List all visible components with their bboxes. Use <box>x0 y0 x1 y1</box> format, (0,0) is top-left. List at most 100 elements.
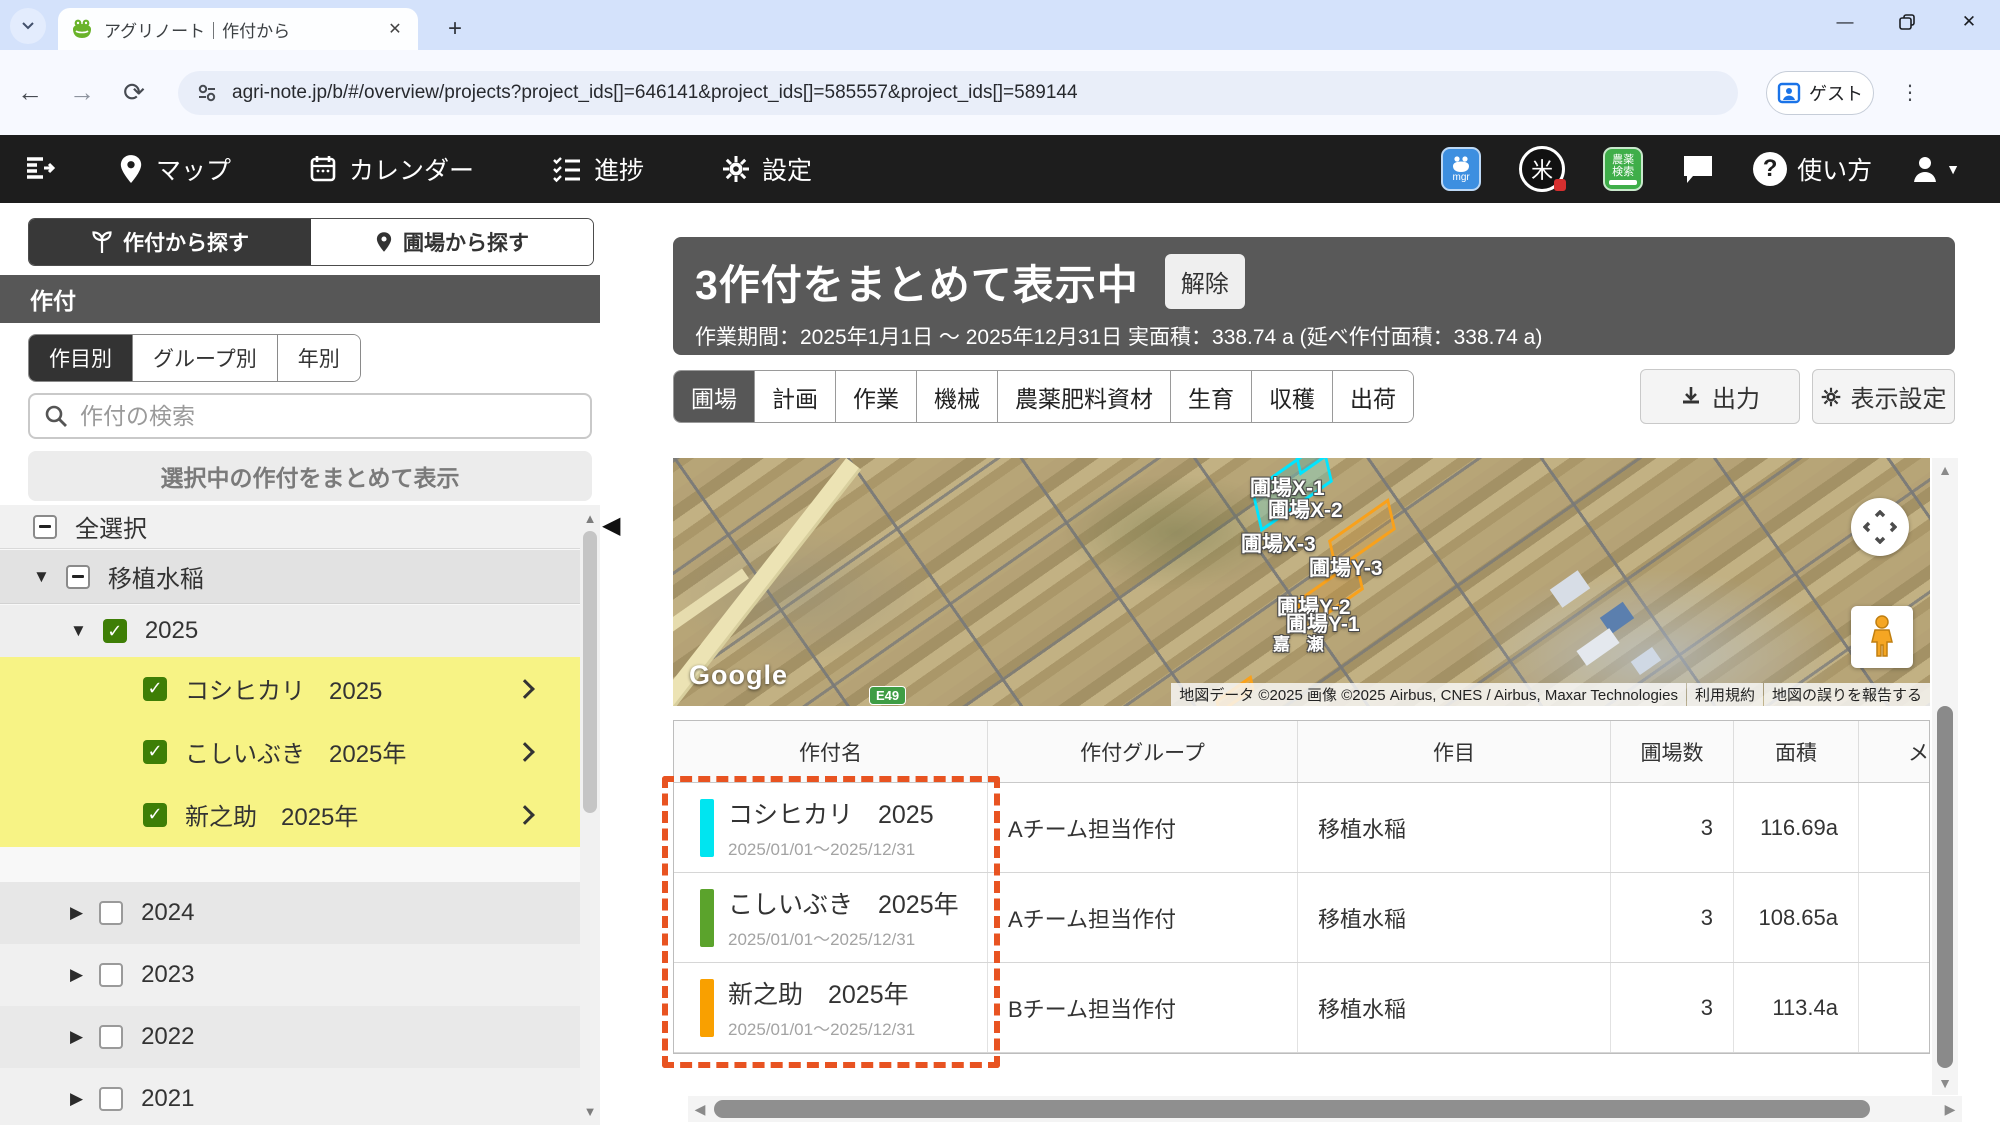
sidebar-collapse-arrow[interactable]: ◀ <box>602 511 620 540</box>
table-row[interactable]: こしいぶき 2025年 2025/01/01～2025/12/31 Aチーム担当… <box>674 873 1929 963</box>
crop-checkbox[interactable]: ✓ <box>143 803 167 827</box>
crop-checkbox[interactable]: ✓ <box>143 740 167 764</box>
collapsed-arrow-icon[interactable]: ▶ <box>70 903 83 923</box>
filter-tab-by-group[interactable]: グループ別 <box>133 335 278 381</box>
scroll-up-icon[interactable]: ▲ <box>1933 462 1957 478</box>
tab-search-by-field[interactable]: 圃場から探す <box>311 219 593 265</box>
tab-harvest[interactable]: 収穫 <box>1252 371 1333 422</box>
year-checkbox[interactable] <box>99 1025 123 1049</box>
nav-settings[interactable]: 設定 <box>722 151 812 187</box>
export-button[interactable]: 出力 <box>1640 369 1800 424</box>
tab-machine[interactable]: 機械 <box>917 371 998 422</box>
reload-button[interactable]: ⟳ <box>112 71 156 115</box>
chevron-right-icon[interactable] <box>515 742 535 762</box>
table-row[interactable]: コシヒカリ 2025 2025/01/01～2025/12/31 Aチーム担当作… <box>674 783 1929 873</box>
tree-row-crop-koshiibuki[interactable]: ✓ こしいぶき 2025年 <box>0 720 580 783</box>
pesticide-search-app-icon[interactable]: 農薬検索 <box>1603 147 1643 191</box>
account-menu[interactable]: ▼ <box>1910 154 1960 184</box>
map-terms-link[interactable]: 利用規約 <box>1687 683 1763 706</box>
expanded-arrow-icon[interactable]: ▼ <box>70 621 87 641</box>
agrinote-mgr-app-icon[interactable]: mgr <box>1441 147 1481 191</box>
year-checkbox[interactable] <box>99 963 123 987</box>
select-all-checkbox[interactable] <box>33 515 57 539</box>
crop-type-checkbox[interactable] <box>66 565 90 589</box>
expanded-arrow-icon[interactable]: ▼ <box>33 567 50 587</box>
scroll-right-icon[interactable]: ▶ <box>1938 1101 1962 1118</box>
browser-menu-button[interactable]: ⋮ <box>1890 73 1930 113</box>
display-settings-button[interactable]: 表示設定 <box>1812 369 1955 424</box>
show-selected-crops-button[interactable]: 選択中の作付をまとめて表示 <box>28 451 592 501</box>
year-checkbox[interactable] <box>99 1087 123 1111</box>
chat-bubble-icon[interactable] <box>1681 153 1715 185</box>
scroll-up-icon[interactable]: ▲ <box>580 511 600 526</box>
map-pan-control[interactable] <box>1851 498 1909 556</box>
tree-row-year-2023[interactable]: ▶ 2023 <box>0 944 580 1006</box>
nav-progress[interactable]: 進捗 <box>552 151 644 187</box>
main-vertical-scrollbar[interactable]: ▲ ▼ <box>1932 458 1958 1095</box>
field-map[interactable]: 圃場X-1 圃場X-2 圃場X-3 圃場Y-3 圃場Y-2 圃場Y-1 嘉 瀬 … <box>673 458 1930 706</box>
notification-badge <box>1554 179 1566 191</box>
address-bar[interactable]: agri-note.jp/b/#/overview/projects?proje… <box>178 71 1738 115</box>
crop-name[interactable]: こしいぶき 2025年 <box>728 891 959 919</box>
collapsed-arrow-icon[interactable]: ▶ <box>70 1027 83 1047</box>
tab-plan[interactable]: 計画 <box>755 371 836 422</box>
scroll-down-icon[interactable]: ▼ <box>580 1104 600 1119</box>
year-checkbox[interactable] <box>99 901 123 925</box>
crop-name[interactable]: 新之助 2025年 <box>728 981 909 1009</box>
year-2025-checkbox[interactable]: ✓ <box>103 619 127 643</box>
tab-work[interactable]: 作業 <box>836 371 917 422</box>
crop-checkbox[interactable]: ✓ <box>143 677 167 701</box>
sidebar-scrollbar-thumb[interactable] <box>583 531 597 813</box>
tree-row-crop-koshihikari[interactable]: ✓ コシヒカリ 2025 <box>0 657 580 720</box>
browser-tab[interactable]: アグリノート｜作付から ✕ <box>58 8 418 50</box>
tree-row-year-2022[interactable]: ▶ 2022 <box>0 1006 580 1068</box>
help-link[interactable]: ? 使い方 <box>1753 151 1872 187</box>
tab-field[interactable]: 圃場 <box>674 371 755 422</box>
tree-row-crop-type[interactable]: ▼ 移植水稲 <box>0 550 580 604</box>
window-restore-button[interactable] <box>1876 0 1938 44</box>
tab-close-icon[interactable]: ✕ <box>384 18 406 40</box>
collapsed-arrow-icon[interactable]: ▶ <box>70 965 83 985</box>
crop-search-box[interactable] <box>28 393 592 439</box>
street-view-pegman[interactable] <box>1851 606 1913 668</box>
main-horizontal-scrollbar[interactable]: ◀ ▶ <box>688 1096 1962 1122</box>
tree-row-year-2025[interactable]: ▼ ✓ 2025 <box>0 605 580 657</box>
horizontal-scrollbar-thumb[interactable] <box>714 1100 1870 1118</box>
tab-shipment[interactable]: 出荷 <box>1333 371 1413 422</box>
sidebar-toggle-button[interactable] <box>24 154 58 184</box>
rice-app-icon[interactable]: 米 <box>1519 146 1565 192</box>
crop-search-input[interactable] <box>80 403 550 430</box>
forward-button[interactable]: → <box>60 71 104 115</box>
tree-row-crop-shinnosuke[interactable]: ✓ 新之助 2025年 <box>0 783 580 846</box>
tree-row-year-2021[interactable]: ▶ 2021 <box>0 1068 580 1125</box>
window-minimize-button[interactable]: — <box>1814 0 1876 44</box>
chevron-right-icon[interactable] <box>515 805 535 825</box>
sidebar-scrollbar[interactable]: ▲ ▼ <box>580 505 600 1125</box>
tab-pesticide-fertilizer[interactable]: 農薬肥料資材 <box>998 371 1171 422</box>
nav-calendar[interactable]: カレンダー <box>309 151 474 187</box>
collapsed-arrow-icon[interactable]: ▶ <box>70 1089 83 1109</box>
tab-search-by-crop[interactable]: 作付から探す <box>29 219 311 265</box>
chevron-right-icon[interactable] <box>515 679 535 699</box>
map-report-link[interactable]: 地図の誤りを報告する <box>1764 683 1930 706</box>
table-row[interactable]: 新之助 2025年 2025/01/01～2025/12/31 Bチーム担当作付… <box>674 963 1929 1053</box>
window-close-button[interactable]: ✕ <box>1938 0 2000 44</box>
tree-row-year-2024[interactable]: ▶ 2024 <box>0 882 580 944</box>
nav-map[interactable]: マップ <box>118 151 231 187</box>
crop-name[interactable]: コシヒカリ 2025 <box>728 801 934 829</box>
tab-search-button[interactable] <box>10 8 46 44</box>
back-button[interactable]: ← <box>8 71 52 115</box>
guest-profile-button[interactable]: ゲスト <box>1766 71 1874 115</box>
restore-icon <box>1899 14 1915 30</box>
tree-row-select-all[interactable]: 全選択 <box>0 505 580 549</box>
gear-icon <box>1821 387 1841 407</box>
scroll-left-icon[interactable]: ◀ <box>688 1101 712 1118</box>
tab-growth[interactable]: 生育 <box>1171 371 1252 422</box>
building <box>1550 570 1590 608</box>
clear-selection-button[interactable]: 解除 <box>1165 254 1245 309</box>
filter-tab-by-crop-type[interactable]: 作目別 <box>29 335 133 381</box>
vertical-scrollbar-thumb[interactable] <box>1937 706 1953 1068</box>
filter-tab-by-year[interactable]: 年別 <box>278 335 360 381</box>
scroll-down-icon[interactable]: ▼ <box>1933 1075 1957 1091</box>
new-tab-button[interactable]: + <box>438 12 472 46</box>
